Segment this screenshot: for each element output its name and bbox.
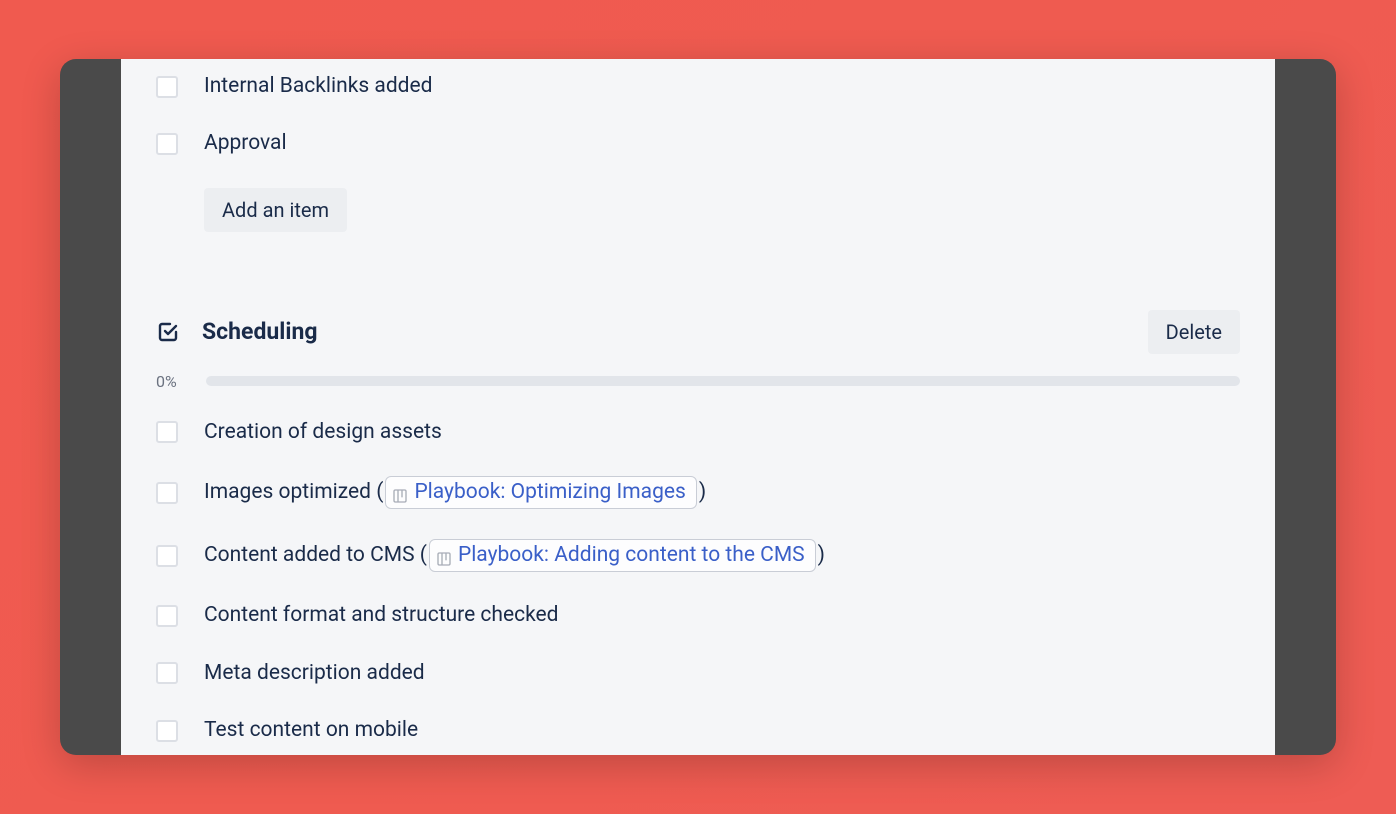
- checklist-item: Content format and structure checked: [156, 602, 1240, 629]
- label-suffix: ): [699, 480, 706, 504]
- board-icon: [436, 548, 452, 564]
- checklist-item: Approval: [156, 130, 1240, 157]
- progress-row: 0%: [156, 372, 1240, 391]
- checklist-item-label[interactable]: Content format and structure checked: [204, 602, 559, 629]
- progress-percentage: 0%: [156, 372, 180, 391]
- section-header: Scheduling Delete: [156, 310, 1240, 354]
- checkbox[interactable]: [156, 605, 178, 627]
- checklist-item-label[interactable]: Test content on mobile: [204, 717, 418, 744]
- checkbox[interactable]: [156, 421, 178, 443]
- checklist-item-label[interactable]: Content added to CMS ( Playbook: Adding …: [204, 539, 825, 572]
- checklist-item: Content added to CMS ( Playbook: Adding …: [156, 539, 1240, 572]
- playbook-link-text: Playbook: Optimizing Images: [414, 479, 685, 506]
- board-icon: [392, 485, 408, 501]
- checkbox[interactable]: [156, 720, 178, 742]
- checklist-item-label[interactable]: Images optimized ( Playbook: Optimizing …: [204, 476, 706, 509]
- playbook-link-text: Playbook: Adding content to the CMS: [458, 542, 805, 569]
- label-prefix: Images optimized (: [204, 480, 383, 504]
- label-suffix: ): [818, 543, 825, 567]
- checklist-item: Images optimized ( Playbook: Optimizing …: [156, 476, 1240, 509]
- checkbox[interactable]: [156, 545, 178, 567]
- checklist-item-label[interactable]: Internal Backlinks added: [204, 73, 433, 100]
- add-item-button[interactable]: Add an item: [204, 188, 347, 232]
- playbook-link[interactable]: Playbook: Optimizing Images: [385, 476, 696, 509]
- section-title[interactable]: Scheduling: [202, 318, 317, 345]
- checklist-item-label[interactable]: Creation of design assets: [204, 419, 442, 446]
- checklist-icon: [156, 320, 180, 344]
- checklist-item: Test content on mobile: [156, 717, 1240, 744]
- modal-backdrop: Internal Backlinks added Approval Add an…: [60, 59, 1336, 755]
- checklist-item: Meta description added: [156, 660, 1240, 687]
- section-header-left: Scheduling: [156, 318, 317, 345]
- checkbox[interactable]: [156, 482, 178, 504]
- label-prefix: Content added to CMS (: [204, 543, 427, 567]
- progress-bar: [206, 376, 1240, 386]
- checkbox[interactable]: [156, 662, 178, 684]
- checkbox[interactable]: [156, 76, 178, 98]
- checklist-item-label[interactable]: Meta description added: [204, 660, 425, 687]
- checklist-item-label[interactable]: Approval: [204, 130, 287, 157]
- checkbox[interactable]: [156, 133, 178, 155]
- delete-button[interactable]: Delete: [1148, 310, 1240, 354]
- playbook-link[interactable]: Playbook: Adding content to the CMS: [429, 539, 816, 572]
- card-panel: Internal Backlinks added Approval Add an…: [121, 59, 1275, 755]
- checklist-item: Internal Backlinks added: [156, 73, 1240, 100]
- checklist-item: Creation of design assets: [156, 419, 1240, 446]
